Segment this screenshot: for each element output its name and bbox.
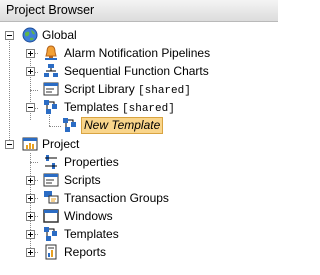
tree-node-windows[interactable]: Windows: [0, 207, 278, 225]
expand-toggle[interactable]: [26, 248, 35, 257]
templates-icon: [44, 100, 57, 114]
sfc-chart-icon: [44, 64, 58, 77]
expand-toggle[interactable]: [26, 176, 35, 185]
tree-label-reports: Reports: [64, 245, 107, 259]
panel-title-bar: Project Browser: [0, 0, 278, 22]
tree-node-scripts[interactable]: Scripts: [0, 171, 278, 189]
transaction-groups-icon: [44, 191, 59, 204]
tree-label-windows: Windows: [64, 209, 113, 223]
tree-label-project-templates: Templates: [64, 227, 119, 241]
tree-label-sfc: Sequential Function Charts: [64, 64, 209, 78]
project-tree[interactable]: Global Alarm Notification Pipelines Sequ…: [0, 22, 278, 275]
tree-node-alarm-pipelines[interactable]: Alarm Notification Pipelines: [0, 44, 278, 62]
tree-label-transaction-groups: Transaction Groups: [64, 191, 169, 205]
tree-label-project: Project: [42, 137, 80, 151]
tree-label-script-library: Script Library [shared]: [64, 82, 191, 97]
properties-icon: [45, 155, 57, 169]
expand-toggle[interactable]: [26, 194, 35, 203]
panel-title: Project Browser: [6, 3, 95, 17]
collapse-toggle[interactable]: [5, 140, 14, 149]
tree-node-global-templates[interactable]: Templates [shared]: [0, 98, 278, 116]
tree-node-new-template[interactable]: New Template: [0, 116, 278, 134]
tree-node-transaction-groups[interactable]: Transaction Groups: [0, 189, 278, 207]
tree-label-new-template[interactable]: New Template: [81, 117, 164, 134]
tree-label-global: Global: [42, 28, 77, 42]
templates-icon: [44, 227, 57, 241]
tree-label-global-templates: Templates [shared]: [64, 100, 175, 115]
script-icon: [43, 82, 59, 96]
tree-label-scripts: Scripts: [64, 173, 101, 187]
tree-label-properties: Properties: [64, 155, 119, 169]
collapse-toggle[interactable]: [26, 103, 35, 112]
collapse-toggle[interactable]: [5, 31, 14, 40]
tree-node-properties[interactable]: Properties: [0, 153, 278, 171]
tree-node-script-library[interactable]: Script Library [shared]: [0, 80, 278, 98]
tree-label-alarm-pipelines: Alarm Notification Pipelines: [64, 46, 211, 60]
tree-node-project[interactable]: Project: [0, 135, 278, 153]
tree-node-global[interactable]: Global: [0, 26, 278, 44]
reports-icon: [45, 244, 57, 260]
tree-node-sfc[interactable]: Sequential Function Charts: [0, 62, 278, 80]
tree-node-project-templates[interactable]: Templates: [0, 225, 278, 243]
tree-node-reports[interactable]: Reports: [0, 243, 278, 261]
expand-toggle[interactable]: [26, 67, 35, 76]
expand-toggle[interactable]: [26, 49, 35, 58]
expand-toggle[interactable]: [26, 230, 35, 239]
alarm-pipeline-icon: [45, 45, 57, 60]
project-icon: [22, 137, 38, 151]
expand-toggle[interactable]: [26, 212, 35, 221]
windows-icon: [43, 209, 59, 223]
globe-icon: [22, 27, 38, 43]
scripts-icon: [43, 173, 59, 187]
template-icon: [63, 118, 76, 132]
